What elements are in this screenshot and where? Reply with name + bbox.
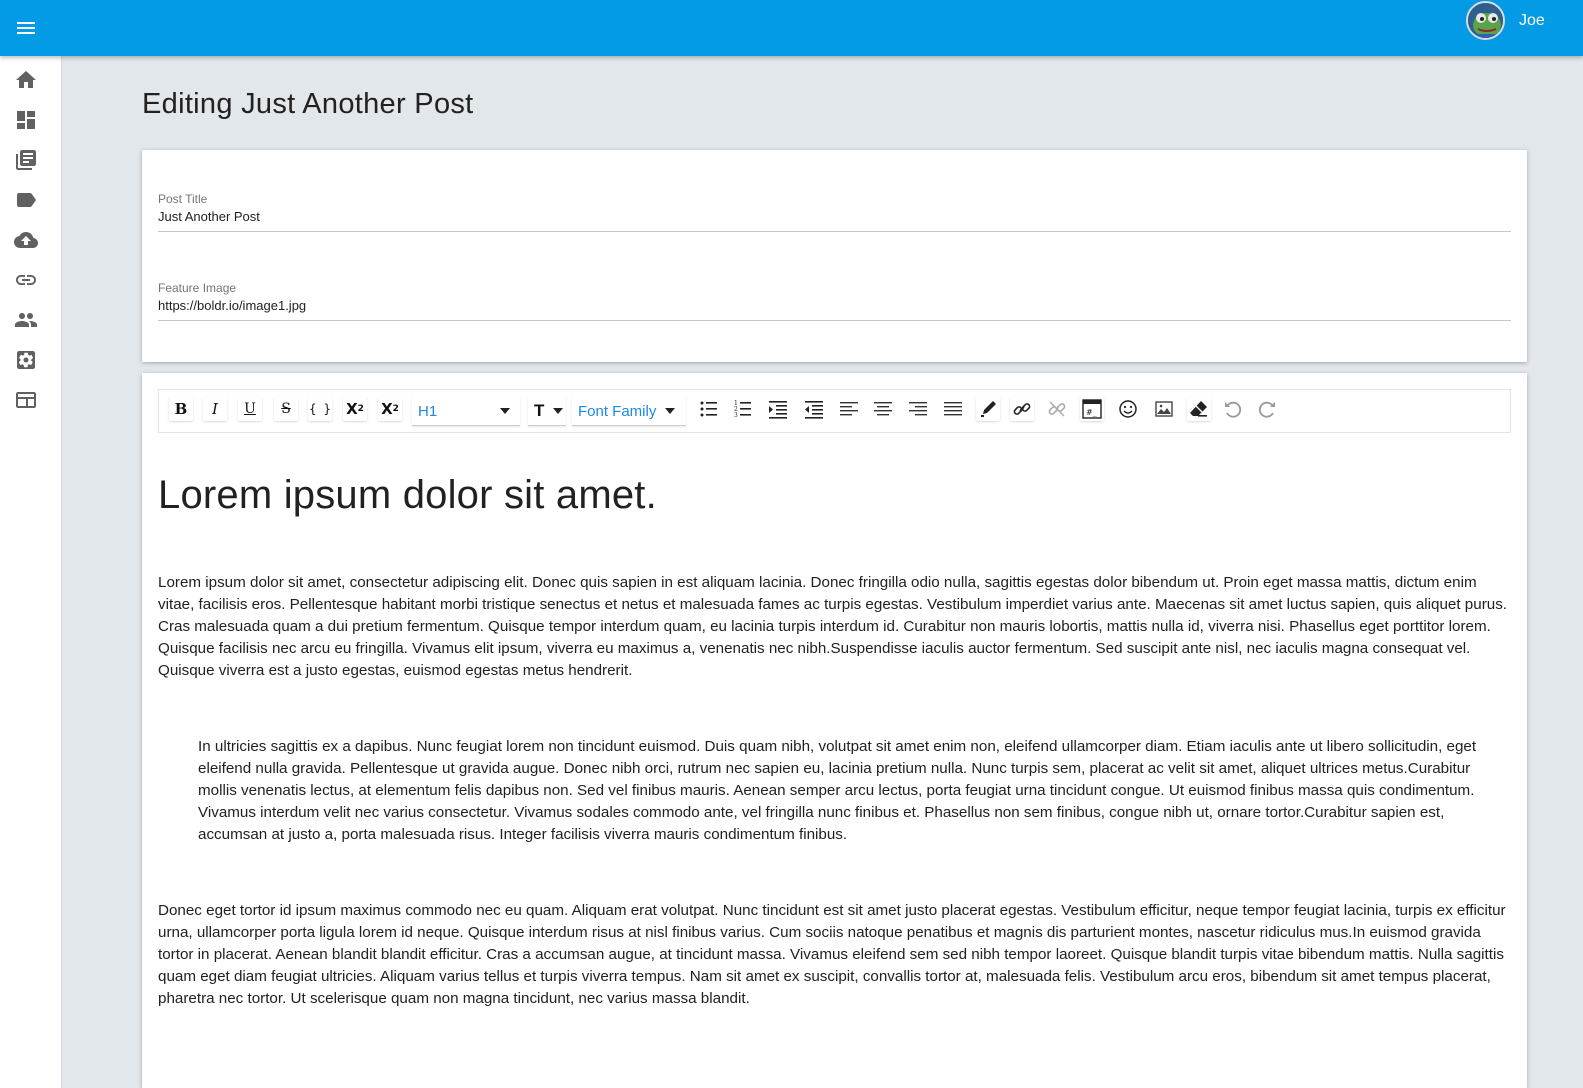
block-type-select[interactable]: H1 [412,396,520,426]
chevron-down-icon [665,408,675,414]
sidebar-nav [0,56,62,1088]
dashboard-icon[interactable] [14,108,38,132]
code-button[interactable]: { } [308,397,332,421]
app-bar: Joe [0,0,1583,56]
subscript-exp: 2 [392,404,399,414]
italic-button[interactable]: I [203,397,227,421]
superscript-button[interactable]: X2 [343,397,367,421]
tag-icon[interactable] [14,188,38,212]
svg-text:#_: #_ [1086,408,1097,417]
indent-icon[interactable] [766,397,790,421]
align-justify-icon[interactable] [941,397,965,421]
strikethrough-button[interactable]: S [274,397,298,421]
editor-heading[interactable]: Lorem ipsum dolor sit amet. [158,473,1513,518]
cloud-upload-icon[interactable] [14,228,38,252]
feature-image-input[interactable] [158,298,1511,313]
align-right-icon[interactable] [906,397,930,421]
font-family-value: Font Family [578,403,657,420]
settings-icon[interactable] [14,348,38,372]
unlink-icon[interactable] [1045,397,1069,421]
home-icon[interactable] [14,68,38,92]
template-icon[interactable] [14,388,38,412]
image-icon[interactable] [1152,397,1176,421]
bold-button[interactable]: B [169,397,193,421]
font-size-icon: T [534,401,545,420]
editor-paragraph-indented[interactable]: In ultricies sagittis ex a dapibus. Nunc… [198,736,1513,846]
ordered-list-icon[interactable]: 123 [731,397,755,421]
people-icon[interactable] [14,308,38,332]
superscript-exp: 2 [357,404,364,414]
emoji-icon[interactable] [1116,397,1140,421]
editor-paragraph[interactable]: Donec eget tortor id ipsum maximus commo… [158,900,1513,1010]
font-size-select[interactable]: T [528,396,566,426]
post-details-card: Post Title Feature Image [142,150,1527,362]
link-insert-icon[interactable] [1010,397,1034,421]
embed-icon[interactable]: #_ [1080,397,1104,421]
editor-content[interactable]: Lorem ipsum dolor sit amet. Lorem ipsum … [158,473,1513,1010]
post-title-field[interactable]: Post Title [158,192,1511,232]
undo-icon[interactable] [1221,397,1245,421]
unordered-list-icon[interactable] [697,397,721,421]
editor-paragraph[interactable]: Lorem ipsum dolor sit amet, consectetur … [158,572,1513,682]
feature-image-field[interactable]: Feature Image [158,281,1511,321]
outdent-icon[interactable] [802,397,826,421]
align-center-icon[interactable] [871,397,895,421]
redo-icon[interactable] [1255,397,1279,421]
page-title: Editing Just Another Post [142,88,474,120]
posts-icon[interactable] [14,148,38,172]
user-avatar[interactable] [1466,1,1505,40]
font-family-select[interactable]: Font Family [572,396,686,426]
user-name[interactable]: Joe [1519,12,1545,30]
svg-text:3: 3 [734,412,738,419]
eraser-icon[interactable] [1187,397,1211,421]
post-title-input[interactable] [158,209,1511,224]
align-left-icon[interactable] [837,397,861,421]
chevron-down-icon [500,408,510,414]
hamburger-menu-icon[interactable] [14,16,38,40]
color-picker-icon[interactable] [976,397,1000,421]
editor-toolbar: B I U S { } X2 X2 H1 T Font Family 123 #… [158,389,1511,433]
block-type-value: H1 [418,403,438,420]
subscript-button[interactable]: X2 [378,397,402,421]
feature-image-label: Feature Image [158,281,237,295]
link-icon[interactable] [14,268,38,292]
chevron-down-icon [553,408,563,414]
underline-button[interactable]: U [238,397,262,421]
subscript-base: X [381,400,393,418]
post-title-label: Post Title [158,192,208,206]
superscript-base: X [346,400,358,418]
editor-card: B I U S { } X2 X2 H1 T Font Family 123 #… [142,373,1527,1088]
